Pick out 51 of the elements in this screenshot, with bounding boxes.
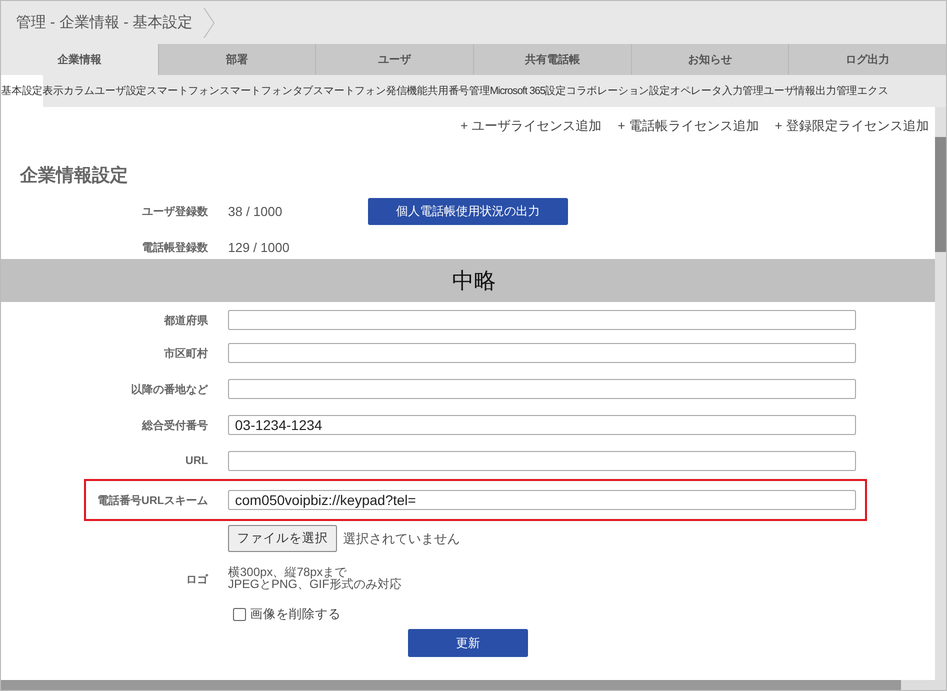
update-button[interactable]: 更新 (408, 629, 528, 657)
file-button[interactable]: ファイルを選択 (228, 525, 337, 552)
field-label: ユーザ登録数 (141, 204, 208, 218)
scrollbar[interactable] (935, 107, 946, 680)
input-field[interactable] (228, 310, 856, 330)
field-label: 総合受付番号 (140, 418, 208, 432)
field-label: 以降の番地など (130, 382, 208, 396)
tab[interactable]: ユーザ (315, 44, 474, 75)
field-label: 電話帳登録数 (141, 240, 208, 254)
checkbox-label: 画像を削除する (250, 606, 341, 623)
tab[interactable]: お知らせ (630, 44, 788, 75)
subtab[interactable]: オペレータ入力管理 (670, 75, 764, 107)
export-button[interactable]: 個人電話帳使用状況の出力 (368, 198, 568, 224)
input-field[interactable]: 03-1234-1234 (228, 415, 856, 435)
subtab[interactable]: スマートフォン (146, 75, 220, 107)
tab[interactable]: ログ出力 (788, 44, 946, 75)
tab[interactable]: 部署 (158, 44, 316, 75)
count-value: 38 / 1000 (228, 204, 284, 218)
subtab[interactable]: スマートフォンタブ (219, 75, 314, 107)
chevron-icon (202, 8, 215, 38)
license-link[interactable]: + ユーザライセンス追加 (460, 117, 602, 135)
field-label: ロゴ (185, 573, 208, 587)
file-status: 選択されていません (343, 530, 460, 548)
scrollbar[interactable] (1, 680, 946, 690)
subtab[interactable]: コラボレーション設定 (566, 75, 670, 107)
field-label: 都道府県 (162, 314, 208, 328)
subtab[interactable]: 共用番号管理 (427, 75, 490, 107)
breadcrumb: 管理 - 企業情報 - 基本設定 (16, 13, 193, 32)
license-link[interactable]: + 登録限定ライセンス追加 (774, 117, 929, 135)
section-title: 企業情報設定 (18, 164, 129, 187)
subtab[interactable]: ユーザ設定 (94, 75, 147, 107)
license-link[interactable]: + 電話帳ライセンス追加 (618, 117, 759, 135)
hint-text: JPEGとPNG、GIF形式のみ対応 (228, 578, 402, 590)
subtab[interactable]: ユーザ情報出力管理 (764, 75, 858, 107)
subtab[interactable]: Microsoft 365設定 (490, 75, 566, 107)
field-label: 電話番号URLスキーム (96, 494, 208, 508)
input-field[interactable]: com050voipbiz://keypad?tel= (228, 490, 856, 510)
tab[interactable]: 共有電話帳 (473, 44, 631, 75)
field-label: URL (184, 455, 208, 467)
input-field[interactable] (228, 379, 856, 399)
count-value: 129 / 1000 (228, 240, 290, 254)
subtab[interactable]: 表示カラム (42, 75, 95, 107)
input-field[interactable] (228, 451, 856, 471)
subtab[interactable]: スマートフォン発信機能 (313, 75, 428, 107)
subtab[interactable]: エクス (857, 75, 888, 107)
checkbox[interactable] (233, 608, 246, 621)
hint-text: 横300px、縦78pxまで (228, 566, 347, 578)
field-label: 市区町村 (163, 346, 208, 360)
input-field[interactable] (228, 343, 856, 363)
omission-banner: 中略 (1, 259, 935, 302)
subtab[interactable]: 基本設定 (1, 75, 43, 107)
